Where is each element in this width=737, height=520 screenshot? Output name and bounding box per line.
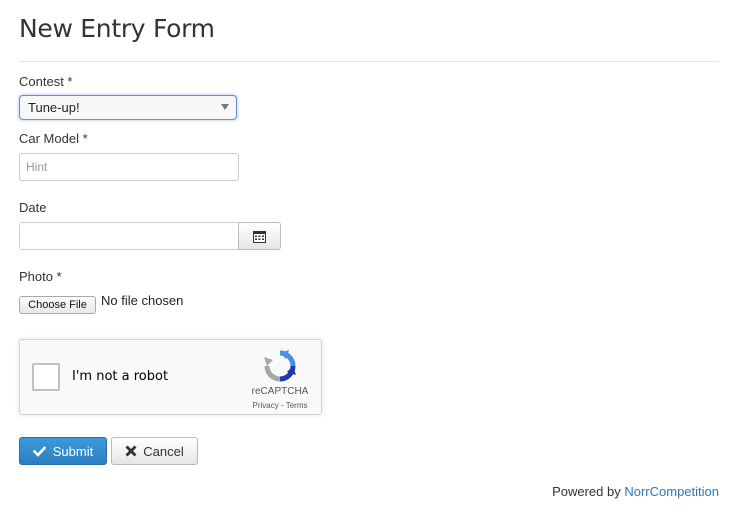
footer-prefix: Powered by bbox=[552, 484, 621, 499]
car-model-label: Car Model * bbox=[19, 131, 88, 146]
recaptcha-label: I'm not a robot bbox=[72, 369, 169, 384]
choose-file-button[interactable]: Choose File bbox=[19, 296, 96, 314]
date-label: Date bbox=[19, 200, 47, 215]
contest-select[interactable]: Tune-up! bbox=[19, 95, 237, 120]
footer: Powered by NorrCompetition bbox=[552, 484, 719, 499]
cancel-button[interactable]: Cancel bbox=[111, 437, 198, 465]
recaptcha-privacy-terms[interactable]: Privacy - Terms bbox=[242, 401, 318, 410]
calendar-icon bbox=[253, 230, 266, 243]
title-divider bbox=[19, 61, 719, 62]
car-model-input[interactable] bbox=[19, 153, 239, 181]
photo-label: Photo * bbox=[19, 269, 62, 284]
contest-label: Contest * bbox=[19, 74, 73, 89]
footer-brand-link[interactable]: NorrCompetition bbox=[624, 484, 719, 499]
recaptcha-checkbox[interactable] bbox=[32, 363, 60, 391]
cancel-label: Cancel bbox=[143, 443, 184, 459]
contest-selected-value: Tune-up! bbox=[28, 100, 80, 115]
submit-label: Submit bbox=[52, 443, 94, 459]
recaptcha-logo-icon bbox=[264, 350, 296, 382]
date-picker-button[interactable] bbox=[238, 222, 281, 250]
close-icon bbox=[125, 445, 137, 457]
page-title: New Entry Form bbox=[19, 14, 215, 43]
file-status-text: No file chosen bbox=[101, 293, 184, 308]
date-input[interactable] bbox=[19, 222, 239, 250]
dropdown-arrow-icon bbox=[221, 104, 229, 110]
recaptcha-brand: reCAPTCHA bbox=[251, 386, 309, 397]
submit-button[interactable]: Submit bbox=[19, 437, 107, 465]
recaptcha-widget: I'm not a robot reCAPTCHA Privacy - Term… bbox=[19, 339, 322, 415]
checkmark-icon bbox=[32, 445, 46, 457]
